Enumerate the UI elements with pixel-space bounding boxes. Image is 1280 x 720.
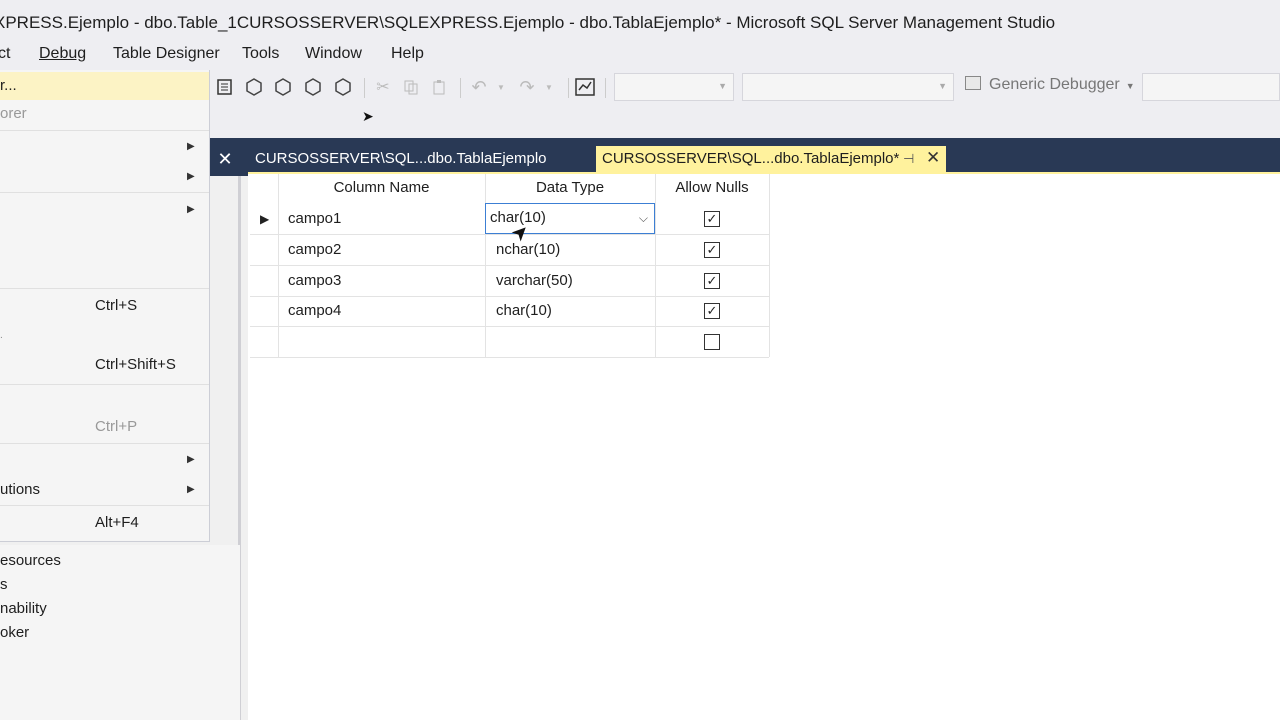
chevron-down-icon: ▼ bbox=[718, 81, 727, 91]
dmx-query-icon[interactable] bbox=[272, 77, 294, 97]
menu-item-object-explorer[interactable]: orer bbox=[0, 100, 209, 128]
menu-separator bbox=[0, 192, 209, 193]
paste-icon[interactable] bbox=[428, 77, 450, 97]
menu-bar: ct Debug Table Designer Tools Window Hel… bbox=[0, 40, 1280, 70]
menu-item-recent-solutions[interactable]: utions ▶ bbox=[0, 476, 209, 504]
allow-nulls-checkbox[interactable] bbox=[704, 334, 720, 350]
submenu-arrow-icon: ▶ bbox=[187, 171, 195, 182]
redo-icon[interactable]: ↷ bbox=[516, 77, 538, 97]
column-header-name[interactable]: Column Name bbox=[278, 174, 485, 202]
table-designer bbox=[248, 174, 1280, 720]
grid-line bbox=[250, 357, 769, 358]
column-header-nulls[interactable]: Allow Nulls bbox=[655, 174, 769, 202]
menu-tools[interactable]: Tools bbox=[242, 45, 279, 63]
menu-separator bbox=[0, 505, 209, 506]
search-combo[interactable] bbox=[1142, 73, 1280, 101]
object-explorer-icon[interactable] bbox=[574, 77, 596, 97]
submenu-arrow-icon: ▶ bbox=[187, 204, 195, 215]
row-selector-icon[interactable]: ▶ bbox=[260, 212, 269, 226]
solution-config-combo[interactable]: ▼ bbox=[614, 73, 734, 101]
menu-item-label: . bbox=[0, 330, 3, 341]
object-explorer-panel: esources s nability oker bbox=[0, 545, 240, 720]
mouse-pointer-icon: ➤ bbox=[362, 108, 374, 124]
toolbar-separator bbox=[568, 78, 569, 98]
submenu-arrow-icon: ▶ bbox=[187, 141, 195, 152]
tab-tablaejemplo-active[interactable]: CURSOSSERVER\SQL...dbo.TablaEjemplo* ⊣ ✕ bbox=[596, 146, 946, 172]
menu-item-label: orer bbox=[0, 105, 27, 122]
save-results-icon[interactable] bbox=[214, 77, 236, 97]
tab-label: CURSOSSERVER\SQL...dbo.TablaEjemplo* bbox=[602, 150, 900, 167]
chevron-down-icon: ▼ bbox=[1125, 81, 1135, 91]
dax-query-icon[interactable] bbox=[332, 77, 354, 97]
chevron-down-icon[interactable]: ⌵ bbox=[639, 211, 648, 226]
close-icon[interactable]: ✕ bbox=[926, 145, 940, 171]
menu-item-shortcut: Ctrl+S bbox=[95, 297, 138, 314]
grid-line bbox=[769, 174, 770, 357]
column-name-cell[interactable]: campo4 bbox=[288, 295, 341, 326]
submenu-arrow-icon: ▶ bbox=[187, 484, 195, 495]
menu-item-print[interactable]: Ctrl+P bbox=[0, 413, 209, 441]
menu-help[interactable]: Help bbox=[391, 45, 424, 63]
column-name-cell[interactable]: campo2 bbox=[288, 234, 341, 265]
menu-item-save[interactable]: Ctrl+S bbox=[0, 292, 209, 320]
menu-separator bbox=[0, 384, 209, 385]
copy-icon[interactable] bbox=[400, 77, 422, 97]
submenu-arrow-icon: ▶ bbox=[187, 454, 195, 465]
toolbar-separator bbox=[460, 78, 461, 98]
column-header-type[interactable]: Data Type bbox=[485, 174, 655, 202]
allow-nulls-checkbox[interactable]: ✓ bbox=[704, 211, 720, 227]
menu-table-designer[interactable]: Table Designer bbox=[113, 45, 220, 63]
undo-dropdown-icon[interactable]: ▼ bbox=[490, 77, 512, 97]
tab-tablaejemplo[interactable]: CURSOSSERVER\SQL...dbo.TablaEjemplo bbox=[248, 146, 594, 172]
menu-separator bbox=[0, 288, 209, 289]
undo-icon[interactable]: ↶ bbox=[468, 77, 490, 97]
menu-window[interactable]: Window bbox=[305, 45, 362, 63]
file-menu-dropdown: r... orer ▶ ▶ ▶ Ctrl+S . Ctrl+Shift+S Ct… bbox=[0, 70, 210, 542]
menu-debug[interactable]: Debug bbox=[39, 45, 86, 63]
pin-icon[interactable]: ⊣ bbox=[903, 146, 914, 172]
tree-item[interactable]: esources bbox=[0, 552, 61, 569]
tree-item[interactable]: oker bbox=[0, 624, 29, 641]
menu-item-recent-files[interactable]: ▶ bbox=[0, 446, 209, 474]
xmla-query-icon[interactable] bbox=[302, 77, 324, 97]
tab-label: CURSOSSERVER\SQL...dbo.TablaEjemplo bbox=[255, 150, 547, 167]
debugger-label: Generic Debugger bbox=[989, 76, 1120, 93]
toolbar-separator bbox=[364, 78, 365, 98]
menu-separator bbox=[0, 443, 209, 444]
menu-item-new[interactable]: ▶ bbox=[0, 133, 209, 161]
menu-item-connect[interactable]: r... bbox=[0, 72, 209, 100]
menu-item-save-as[interactable]: . bbox=[0, 322, 209, 350]
tree-item[interactable]: s bbox=[0, 576, 8, 593]
chevron-down-icon: ▼ bbox=[938, 81, 947, 91]
data-type-cell[interactable]: varchar(50) bbox=[496, 265, 573, 296]
grid-line bbox=[250, 326, 769, 327]
column-name-cell[interactable]: campo3 bbox=[288, 265, 341, 296]
menu-separator bbox=[0, 130, 209, 131]
allow-nulls-checkbox[interactable]: ✓ bbox=[704, 273, 720, 289]
cut-icon[interactable]: ✂ bbox=[372, 77, 394, 97]
menu-item-label: r... bbox=[0, 77, 17, 94]
menu-item-open[interactable]: ▶ bbox=[0, 163, 209, 191]
column-name-cell[interactable]: campo1 bbox=[288, 203, 341, 234]
data-type-cell[interactable]: char(10) bbox=[496, 295, 552, 326]
redo-dropdown-icon[interactable]: ▼ bbox=[538, 77, 560, 97]
menu-item-exit[interactable]: Alt+F4 bbox=[0, 509, 209, 537]
menu-item-shortcut: Ctrl+Shift+S bbox=[95, 356, 176, 373]
menu-item-save-all[interactable]: Ctrl+Shift+S bbox=[0, 351, 209, 379]
allow-nulls-checkbox[interactable]: ✓ bbox=[704, 303, 720, 319]
menu-project[interactable]: ct bbox=[0, 45, 10, 63]
platform-combo[interactable]: ▼ bbox=[742, 73, 954, 101]
menu-item-label: utions bbox=[0, 481, 41, 498]
menu-item-add[interactable]: ▶ bbox=[0, 196, 209, 224]
allow-nulls-checkbox[interactable]: ✓ bbox=[704, 242, 720, 258]
mdx-query-icon[interactable] bbox=[243, 77, 265, 97]
menu-item-shortcut: Ctrl+P bbox=[95, 418, 138, 435]
menu-item-shortcut: Alt+F4 bbox=[95, 514, 139, 531]
debugger-icon bbox=[965, 76, 981, 90]
debugger-selector[interactable]: Generic Debugger ▼ bbox=[965, 76, 1135, 94]
tree-item[interactable]: nability bbox=[0, 600, 47, 617]
close-icon[interactable]: ✕ bbox=[214, 148, 236, 170]
toolbar-separator bbox=[605, 78, 606, 98]
